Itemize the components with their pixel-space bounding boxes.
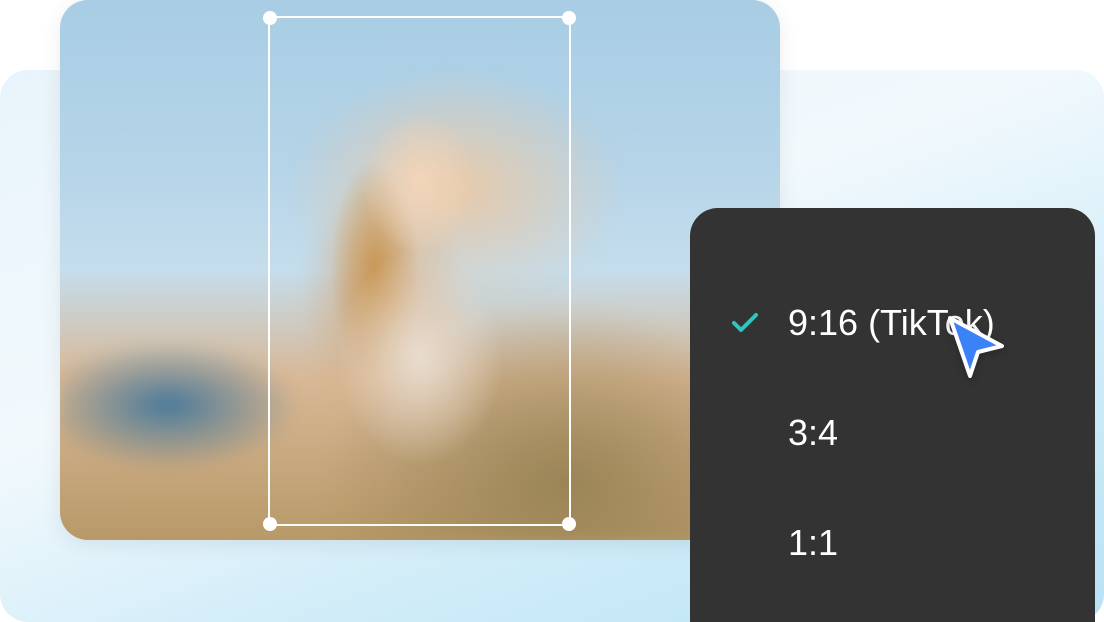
ratio-label: 1:1 [788,522,838,564]
ratio-option-3-4[interactable]: 3:4 [730,378,1055,488]
ratio-label: 3:4 [788,412,838,454]
check-icon [730,312,760,334]
ratio-option-1-1[interactable]: 1:1 [730,488,1055,598]
crop-handle-bottom-right[interactable] [562,517,576,531]
ratio-option-9-16[interactable]: 9:16 (TikTok) [730,268,1055,378]
ratio-label: 9:16 (TikTok) [788,302,995,344]
crop-handle-top-right[interactable] [562,11,576,25]
crop-handle-top-left[interactable] [263,11,277,25]
crop-frame[interactable] [268,16,571,526]
crop-handle-bottom-left[interactable] [263,517,277,531]
aspect-ratio-panel: 9:16 (TikTok) 3:4 1:1 [690,208,1095,622]
